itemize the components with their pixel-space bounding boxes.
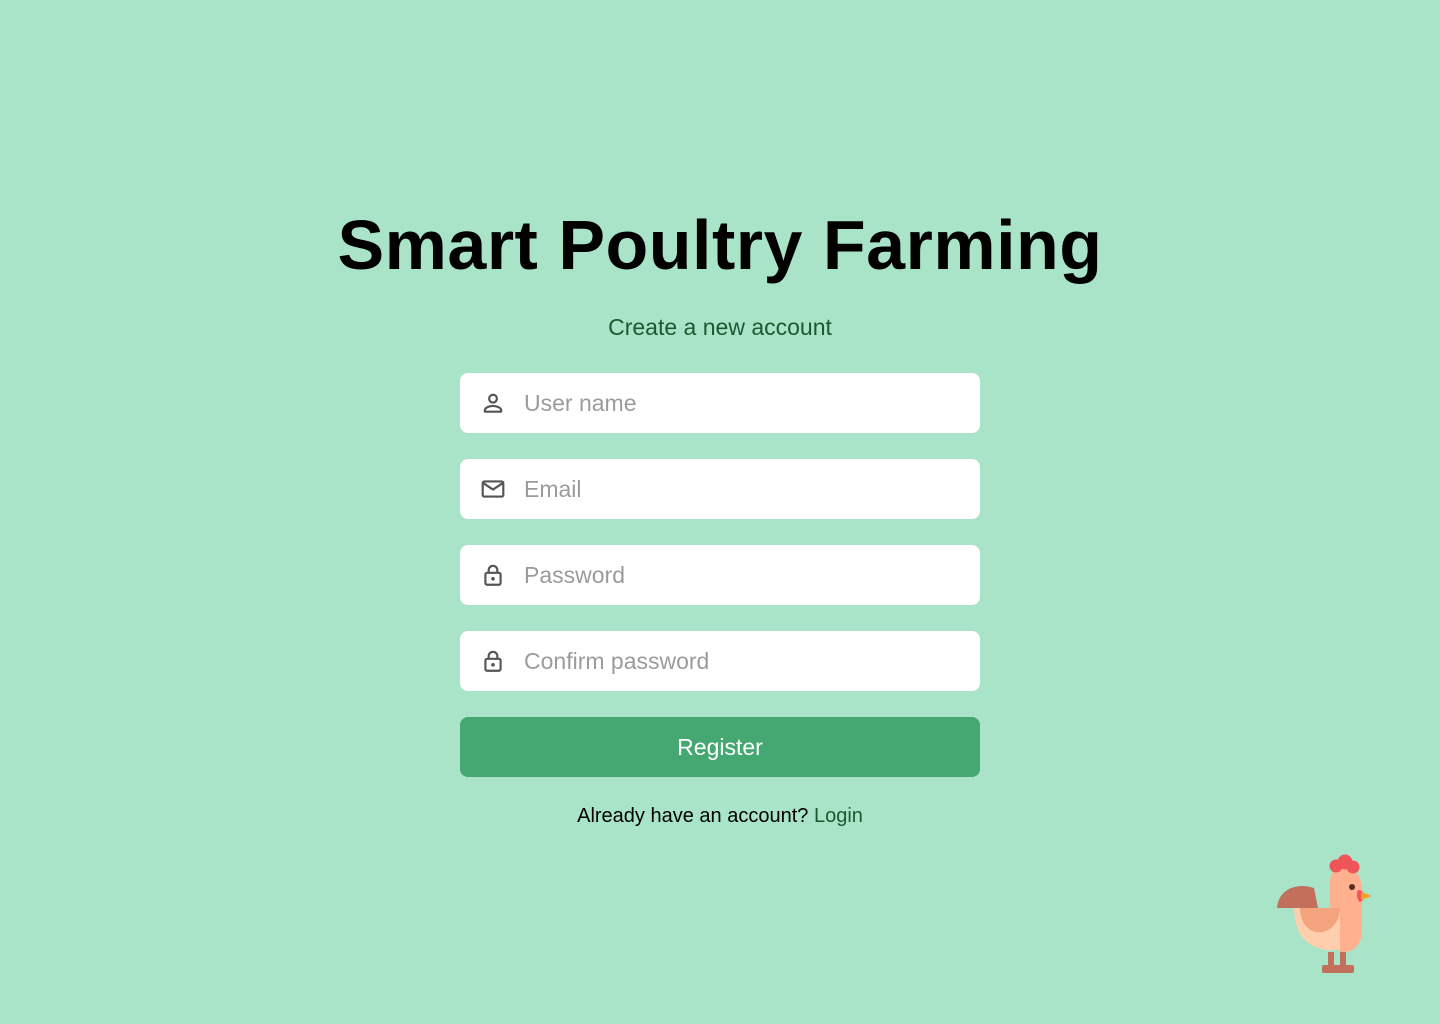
page-subtitle: Create a new account xyxy=(608,314,832,340)
email-field[interactable] xyxy=(460,459,980,519)
password-input[interactable] xyxy=(524,555,944,595)
login-prompt: Already have an account? Login xyxy=(0,803,1440,829)
register-button[interactable]: Register xyxy=(460,717,980,777)
username-field[interactable] xyxy=(460,373,980,433)
page-title: Smart Poultry Farming xyxy=(337,206,1103,284)
login-link[interactable]: Login xyxy=(814,805,863,827)
confirm-password-field[interactable] xyxy=(460,631,980,691)
password-field[interactable] xyxy=(460,545,980,605)
rooster-illustration xyxy=(1272,852,1392,978)
username-input[interactable] xyxy=(524,383,944,423)
user-icon xyxy=(479,389,507,417)
email-input[interactable] xyxy=(524,469,944,509)
mail-icon xyxy=(479,475,507,503)
lock-icon xyxy=(479,561,507,589)
lock-icon xyxy=(479,647,507,675)
confirm-password-input[interactable] xyxy=(524,641,944,681)
login-prompt-text: Already have an account? xyxy=(577,805,809,827)
